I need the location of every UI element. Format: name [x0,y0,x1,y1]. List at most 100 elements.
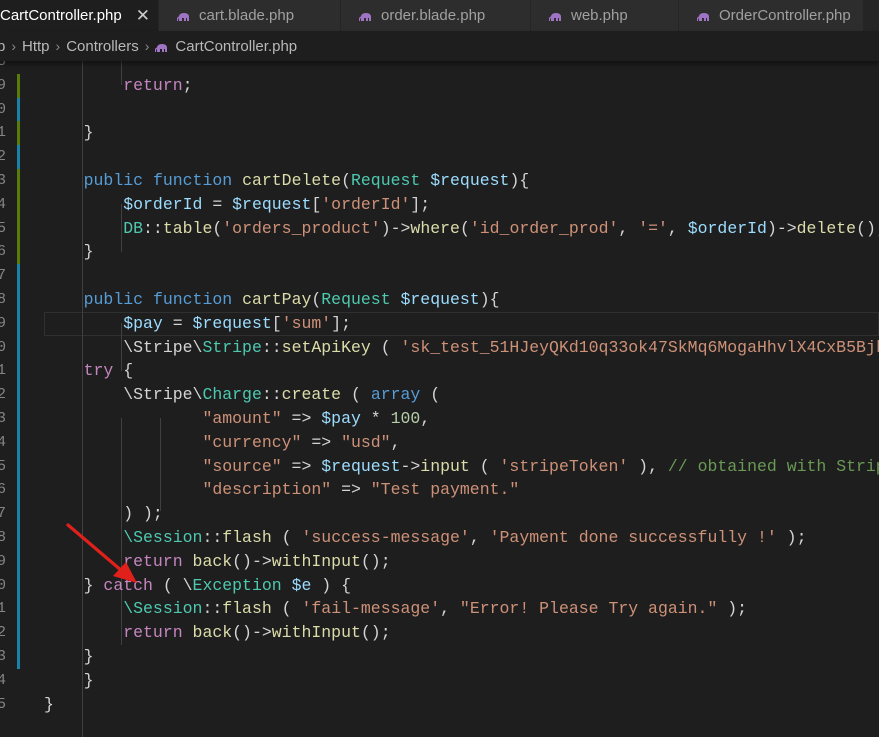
code-text: \Stripe\Charge::create ( array ( [44,383,440,407]
code-line[interactable]: 3 } [0,645,879,669]
git-added-marker[interactable] [17,192,20,217]
code-token: :: [143,218,163,238]
breadcrumb-item[interactable]: Http [22,38,50,55]
git-modified-marker[interactable] [17,454,20,479]
code-line[interactable]: 2 return back()->withInput(); [0,621,879,645]
code-line[interactable]: 2 \Stripe\Charge::create ( array ( [0,383,879,407]
code-line[interactable]: 9 return; [0,73,879,98]
git-added-marker[interactable] [17,216,20,241]
code-text: "description" => "Test payment." [44,478,519,502]
code-token: back [192,623,233,643]
git-modified-marker[interactable] [17,97,20,122]
code-token: where [410,218,460,238]
code-token: ); [717,599,748,619]
php-elephant-icon [696,10,711,22]
git-modified-marker[interactable] [17,288,20,312]
line-number: 3 [0,410,7,427]
breadcrumb-item[interactable]: Controllers [66,38,139,55]
git-modified-marker[interactable] [17,621,20,645]
breadcrumb-item[interactable]: CartController.php [175,38,297,55]
tab-order-blade-php[interactable]: order.blade.php [341,0,531,31]
code-line[interactable]: 5 "source" => $request->input ( 'stripeT… [0,454,879,479]
code-token: ( [459,218,470,238]
git-added-marker[interactable] [17,240,20,265]
close-icon[interactable]: ✕ [136,6,150,26]
code-line[interactable]: 9 $pay = $request['sum']; [0,311,879,336]
code-line[interactable]: 8 [0,61,879,74]
git-added-marker[interactable] [17,73,20,98]
tab-cartcontroller-php[interactable]: CartController.php ✕ [0,0,159,31]
code-line[interactable]: 5} [0,693,879,717]
git-modified-marker[interactable] [17,335,20,360]
git-added-marker[interactable] [17,169,20,193]
git-modified-marker[interactable] [17,502,20,526]
code-line[interactable]: 4 } [0,669,879,693]
code-line[interactable]: 0 [0,97,879,122]
code-editor[interactable]: 8 9 return; 0 1 } 2 3 public function cartDel… [0,61,879,737]
git-modified-marker[interactable] [17,573,20,598]
code-line[interactable]: 0 \Stripe\Stripe::setApiKey ( 'sk_test_5… [0,335,879,360]
code-token: } [44,647,94,666]
code-line[interactable]: 7 ) ); [0,502,879,526]
code-token: withInput [271,623,361,643]
git-modified-marker[interactable] [17,407,20,431]
code-text: public function cartPay(Request $request… [44,288,500,312]
line-number: 6 [0,243,7,261]
code-line[interactable]: 5 DB::table('orders_product')->where('id… [0,216,879,241]
code-line[interactable]: 8 \Session::flash ( 'success-message', '… [0,526,879,550]
code-line[interactable]: 7 [0,264,879,288]
code-text: } [44,121,94,145]
code-line[interactable]: 4 "currency" => "usd", [0,430,879,455]
editor-tab-bar: CartController.php ✕ cart.blade.php order.b… [0,0,879,31]
code-line[interactable]: 1 \Session::flash ( 'fail-message', "Err… [0,597,879,622]
code-line[interactable]: 8 public function cartPay(Request $reque… [0,288,879,312]
git-modified-marker[interactable] [17,359,20,384]
code-token: ]; [410,194,431,214]
code-token: $pay [123,313,163,333]
code-line[interactable]: 0 } catch ( \Exception $e ) { [0,573,879,598]
git-modified-marker[interactable] [17,478,20,503]
code-token: => [331,480,371,500]
code-line[interactable]: 3 "amount" => $pay * 100, [0,407,879,431]
code-text: "amount" => $pay * 100, [44,407,430,431]
tab-web-php[interactable]: web.php [531,0,679,31]
code-line[interactable]: 9 return back()->withInput(); [0,549,879,574]
git-modified-marker[interactable] [17,264,20,288]
code-token: 'orderId' [321,194,411,214]
git-added-marker[interactable] [17,121,20,146]
code-line[interactable]: 1 } [0,121,879,146]
git-modified-marker[interactable] [17,383,20,407]
code-line[interactable]: 3 public function cartDelete(Request $re… [0,169,879,193]
git-modified-marker[interactable] [17,145,20,169]
code-token: :: [202,528,223,547]
line-number: 0 [0,100,7,118]
code-text: \Stripe\Stripe::setApiKey ( 'sk_test_51H… [44,336,879,360]
php-elephant-icon [176,10,191,22]
git-modified-marker[interactable] [17,526,20,550]
code-text: ) ); [44,502,163,526]
code-text: } [44,240,94,264]
code-line[interactable]: 4 $orderId = $request['orderId']; [0,192,879,217]
git-modified-marker[interactable] [17,311,20,336]
git-modified-marker[interactable] [17,549,20,574]
git-modified-marker[interactable] [17,430,20,455]
code-line[interactable]: 6 "description" => "Test payment." [0,478,879,503]
code-line[interactable]: 1 try { [0,359,879,384]
code-line[interactable]: 6 } [0,240,879,265]
code-token: => [301,432,342,452]
code-token: , [420,409,431,428]
code-token: input [420,456,470,476]
php-elephant-icon [358,10,373,22]
tab-cart-blade-php[interactable]: cart.blade.php [159,0,341,31]
line-number: 4 [0,433,7,451]
tab-ordercontroller-php[interactable]: OrderController.php [679,0,864,31]
breadcrumb-item[interactable]: p [0,38,5,55]
git-modified-marker[interactable] [17,645,20,669]
code-token: \Session [123,528,203,547]
chevron-right-icon: › [11,38,17,54]
git-modified-marker[interactable] [17,597,20,622]
code-line[interactable]: 2 [0,145,879,169]
